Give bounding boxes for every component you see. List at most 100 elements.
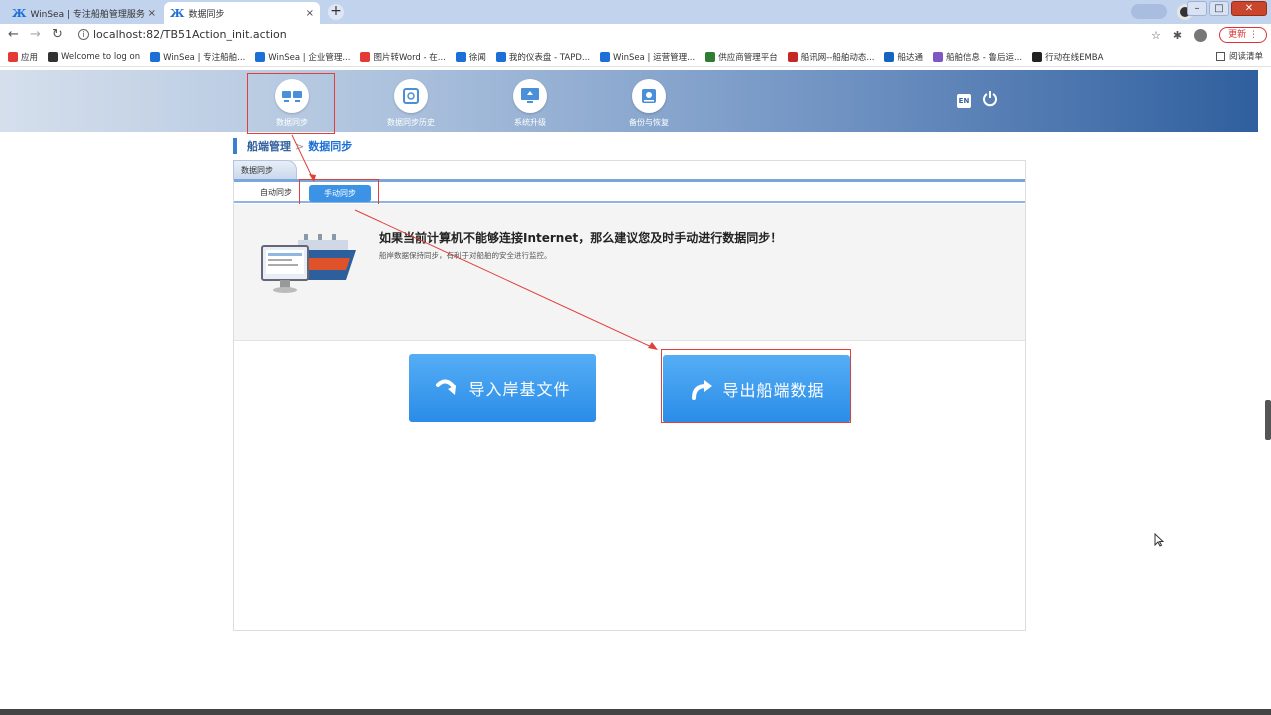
browser-toolbar: ← → ↻ i localhost:82/TB51Action_init.act… [0, 24, 1271, 46]
bookmark-favicon-icon [455, 51, 466, 62]
address-bar[interactable]: localhost:82/TB51Action_init.action [93, 28, 287, 41]
tab-close-icon[interactable]: × [306, 8, 314, 19]
bookmark-item[interactable]: WinSea | 专注船舶... [150, 51, 245, 63]
language-toggle[interactable]: EN [957, 94, 971, 108]
bookmark-item[interactable]: 徐闻 [455, 51, 486, 63]
window-controls: – □ ✕ [1187, 1, 1267, 16]
site-info-icon[interactable]: i [78, 29, 89, 40]
browser-tab-winsea[interactable]: Ж WinSea | 专注船舶管理服务 × [6, 2, 162, 24]
nav-label: 备份与恢复 [629, 118, 669, 127]
highlight-box-nav [247, 73, 335, 134]
bookmark-favicon-icon [884, 51, 895, 62]
bookmark-favicon-icon [48, 51, 59, 62]
panel-tab-label: 数据同步 [233, 160, 297, 180]
nav-sync-history[interactable]: 数据同步历史 [356, 76, 466, 130]
bookmark-item[interactable]: Welcome to log on [48, 51, 141, 62]
bookmark-favicon-icon [360, 51, 371, 62]
bookmark-item[interactable]: 行动在线EMBA [1032, 51, 1103, 63]
bookmark-item[interactable]: WinSea | 企业管理... [255, 51, 350, 63]
bookmark-label: WinSea | 企业管理... [268, 52, 351, 63]
breadcrumb-second: 数据同步 [308, 140, 353, 153]
minimize-icon[interactable]: – [1187, 1, 1207, 16]
winsea-logo-icon: Ж [170, 6, 185, 20]
bookmark-label: WinSea | 运营管理... [613, 52, 696, 63]
tab-close-icon[interactable]: × [148, 8, 156, 19]
info-title: 如果当前计算机不能够连接Internet，那么建议您及时手动进行数据同步！ [379, 231, 783, 245]
winsea-logo-icon: Ж [12, 6, 27, 20]
tab-title: 数据同步 [188, 9, 225, 20]
subtabs: 自动同步 手动同步 [234, 179, 1025, 206]
avatar[interactable] [1194, 28, 1208, 42]
bookmark-item[interactable]: 供应商管理平台 [705, 51, 778, 63]
bookmark-item[interactable]: WinSea | 运营管理... [600, 51, 695, 63]
bookmark-label: 图片转Word - 在... [373, 52, 446, 63]
bookmark-label: 徐闻 [468, 52, 486, 63]
bookmark-item[interactable]: 图片转Word - 在... [360, 51, 446, 63]
tab-auto-sync[interactable]: 自动同步 [260, 187, 292, 198]
reading-list-label: 阅读清单 [1228, 52, 1263, 62]
highlight-box-export [661, 349, 851, 423]
bookmark-label: 我的仪表盘 - TAPD... [508, 52, 591, 63]
breadcrumb: 船端管理 > 数据同步 [233, 138, 352, 154]
mouse-cursor-icon [1154, 533, 1164, 547]
bookmark-label: 船达通 [897, 52, 923, 63]
back-icon[interactable]: ← [8, 27, 19, 42]
monitor-upgrade-icon [513, 79, 547, 113]
bookmark-item[interactable]: 船达通 [884, 51, 923, 63]
bookmark-item[interactable]: 应用 [8, 51, 38, 63]
bookmark-item[interactable]: 我的仪表盘 - TAPD... [495, 51, 591, 63]
bookmark-favicon-icon [8, 51, 18, 62]
nav-backup-restore[interactable]: 备份与恢复 [594, 76, 704, 130]
bookmark-favicon-icon [933, 51, 943, 62]
bookmark-item[interactable]: 船舶信息 - 鲁后运... [933, 51, 1022, 63]
power-icon[interactable] [982, 90, 998, 108]
reading-list-button[interactable]: 阅读清单 [1215, 50, 1263, 62]
bookmark-label: 应用 [21, 52, 39, 63]
nav-system-upgrade[interactable]: 系统升级 [475, 76, 585, 130]
highlight-box-manual-tab [299, 179, 379, 206]
bookmark-label: Welcome to log on [61, 51, 141, 62]
tab-search-button[interactable] [1131, 4, 1167, 19]
app-header: 数据同步 数据同步历史 系统升级 备份与恢复 EN [0, 70, 1258, 132]
bookmark-favicon-icon [1032, 51, 1043, 62]
star-icon[interactable]: ☆ [1151, 29, 1161, 42]
bookmark-favicon-icon [787, 51, 798, 62]
bookmark-favicon-icon [255, 51, 266, 62]
disk-backup-icon [632, 79, 666, 113]
bookmark-favicon-icon [495, 51, 506, 62]
update-label: 更新 [1228, 30, 1247, 40]
extensions-icon[interactable]: ✱ [1173, 29, 1182, 42]
bookmark-favicon-icon [705, 51, 716, 62]
tab-title: WinSea | 专注船舶管理服务 [30, 9, 145, 20]
bookmarks-bar: 应用 Welcome to log on WinSea | 专注船舶... WinSe… [0, 47, 1271, 67]
update-button[interactable]: 更新 ⋮ [1219, 27, 1267, 43]
maximize-icon[interactable]: □ [1209, 1, 1229, 16]
nav-label: 数据同步历史 [387, 118, 435, 127]
forward-icon[interactable]: → [30, 27, 41, 42]
breadcrumb-first[interactable]: 船端管理 [247, 138, 291, 154]
nav-label: 系统升级 [514, 118, 546, 127]
browser-tabbar: Ж WinSea | 专注船舶管理服务 × Ж 数据同步 × + – □ ✕ [0, 0, 1271, 24]
bookmark-label: 行动在线EMBA [1045, 52, 1104, 63]
taskbar-edge [0, 709, 1271, 715]
bookmark-label: 船舶信息 - 鲁后运... [946, 52, 1023, 63]
info-subtitle: 船岸数据保持同步，有利于对船舶的安全进行监控。 [379, 251, 552, 260]
new-tab-button[interactable]: + [328, 4, 344, 20]
breadcrumb-separator: > [295, 139, 305, 153]
reload-icon[interactable]: ↻ [52, 27, 63, 42]
scrollbar-thumb[interactable] [1265, 400, 1271, 440]
bookmark-label: WinSea | 专注船舶... [163, 52, 246, 63]
import-shore-file-button[interactable]: 导入岸基文件 [409, 354, 596, 422]
bookmark-label: 船讯网--船舶动态... [800, 52, 875, 63]
bookmark-favicon-icon [150, 51, 161, 62]
close-window-icon[interactable]: ✕ [1231, 1, 1267, 16]
info-area: 如果当前计算机不能够连接Internet，那么建议您及时手动进行数据同步！ 船岸… [234, 204, 1025, 341]
history-icon [394, 79, 428, 113]
browser-tab-data-sync[interactable]: Ж 数据同步 × [164, 2, 320, 24]
reading-list-icon [1215, 51, 1225, 61]
import-label: 导入岸基文件 [468, 380, 571, 399]
bookmark-item[interactable]: 船讯网--船舶动态... [787, 51, 875, 63]
bookmark-label: 供应商管理平台 [718, 52, 778, 63]
ship-computer-illustration-icon [261, 234, 356, 293]
curved-arrow-down-icon [436, 379, 457, 395]
